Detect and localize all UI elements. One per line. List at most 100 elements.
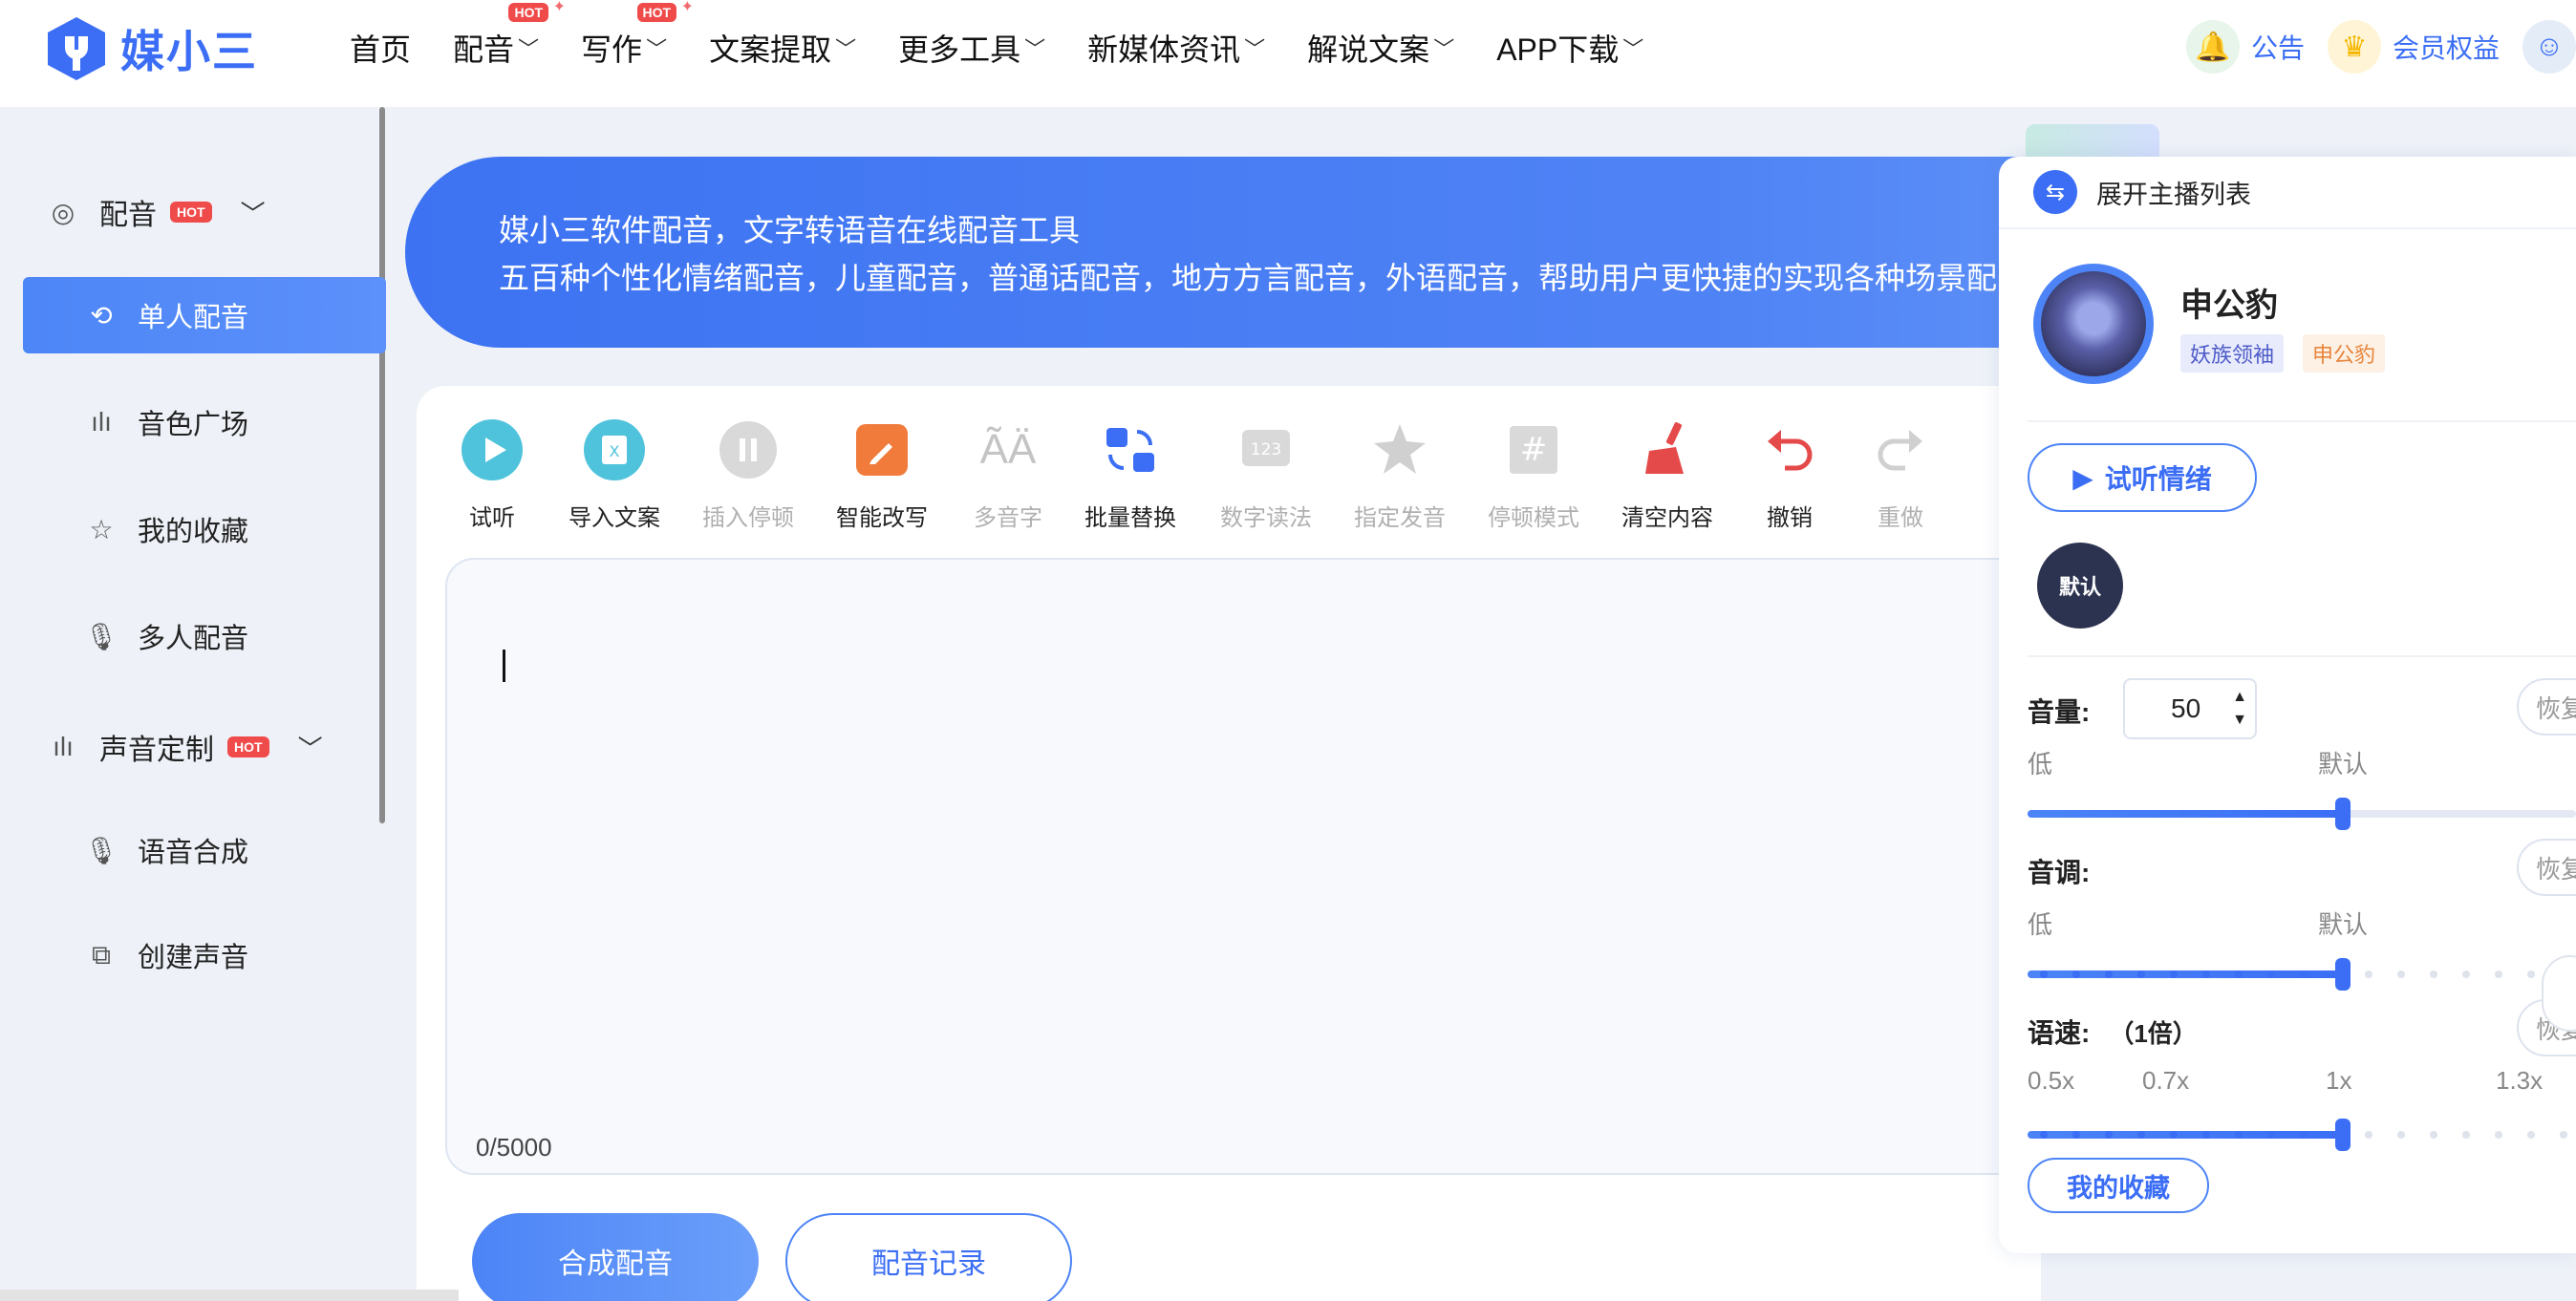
svg-text:#: # [1520,431,1548,469]
tool-import[interactable]: X 导入文案 [552,411,676,532]
status-strip [0,1290,459,1301]
repeat-icon: ⟲ [90,300,113,331]
star-icon: ☆ [89,514,114,544]
tool-undo[interactable]: 撤销 [1728,411,1852,532]
nav-more-tools[interactable]: 更多工具 ﹀ [898,26,1045,70]
tool-smart-rewrite[interactable]: 智能改写 [820,411,944,532]
volume-low-label: 低 [2028,750,2053,778]
preview-emotion-label: 试听情绪 [2104,464,2212,494]
stepper-arrows-icon[interactable]: ▲ ▼ [2232,686,2247,732]
speaker-avatar[interactable] [2033,264,2154,384]
redo-icon [1869,418,1932,481]
speed-mark: 1x [2326,1066,2352,1095]
speed-label: 语速: （1倍） [2028,1013,2198,1051]
chevron-down-icon: ﹀ [518,37,540,61]
sidebar-item-speech-synthesis[interactable]: 🎙 语音合成 [23,812,386,888]
sidebar-item-label: 音色广场 [138,410,249,440]
preview-emotion-button[interactable]: ▶ 试听情绪 [2028,443,2257,512]
tool-label: 停顿模式 [1488,505,1579,531]
top-navbar: 媒小三 首页 配音﹀HOT 写作﹀HOT 文案提取﹀ 更多工具﹀ 新媒体资讯﹀ … [0,0,2576,107]
text-cursor [503,650,505,682]
vip-link[interactable]: 会员权益 [2393,28,2500,66]
sidebar-item-single-dubbing[interactable]: ⟲ 单人配音 [23,277,386,353]
synthesize-button[interactable]: 合成配音 [472,1213,759,1301]
brand-logo[interactable]: 媒小三 [46,15,258,82]
sidebar-item-favorites[interactable]: ☆ 我的收藏 [23,491,386,567]
chevron-down-icon: ﹀ [1024,37,1046,61]
sidebar-item-multi-dubbing[interactable]: 🎙 多人配音 [23,598,386,674]
nav-dubbing[interactable]: 配音 ﹀ HOT [453,0,565,70]
header-actions: 🔔 公告 ♛ 会员权益 ☺ [2185,13,2576,80]
tool-batch-replace[interactable]: 批量替换 [1068,411,1192,532]
nav-news-label: 新媒体资讯 [1087,32,1241,67]
tool-number-reading[interactable]: 123 数字读法 [1204,411,1328,532]
crown-icon[interactable]: ♛ [2327,20,2381,74]
tool-preview[interactable]: 试听 [430,411,554,532]
pitch-slider-handle[interactable] [2335,958,2351,991]
volume-slider-handle[interactable] [2335,798,2351,830]
avatar[interactable]: ☺ [2522,20,2576,74]
sidebar-group-custom-label: 声音定制 [99,735,214,766]
chevron-down-icon: ﹀ [646,37,668,61]
sidebar-group-dubbing[interactable]: ◎ 配音 HOT ﹀ [46,191,266,233]
nav-writing[interactable]: 写作 ﹀ HOT [581,0,693,70]
speed-mark: 0.5x [2028,1066,2075,1095]
sidebar-item-label: 多人配音 [138,624,249,654]
sidebar-group-dubbing-label: 配音 [99,200,157,231]
sidebar-item-label: 我的收藏 [138,517,249,547]
main-nav: 首页 配音﹀HOT 写作﹀HOT 文案提取﹀ 更多工具﹀ 新媒体资讯﹀ 解说文案… [350,0,1685,96]
undo-icon [1758,418,1821,481]
nav-news[interactable]: 新媒体资讯 ﹀ [1087,26,1265,70]
sidebar-group-voice-custom[interactable]: ılı 声音定制 HOT ﹀ [46,726,322,768]
volume-reset-button[interactable]: 恢复 [2517,678,2576,736]
pitch-default-label: 默认 [2318,910,2369,939]
notice-link[interactable]: 公告 [2251,28,2305,66]
pitch-reset-button[interactable]: 恢复 [2517,839,2576,896]
nav-more-tools-label: 更多工具 [898,32,1021,67]
hot-badge: HOT [508,0,565,22]
edit-icon [850,418,913,481]
nav-home[interactable]: 首页 [350,26,411,70]
editor-card: 试听 X 导入文案 插入停顿 智能改写 ÃÄ 多音字 批量替换 123 数字读法… [417,386,2070,1301]
nav-commentary[interactable]: 解说文案 ﹀ [1307,26,1454,70]
nav-extract[interactable]: 文案提取 ﹀ [709,26,856,70]
sidebar-item-label: 语音合成 [138,838,249,868]
tool-pause-mode[interactable]: # 停顿模式 [1471,411,1596,532]
tool-clear-content[interactable]: 清空内容 [1605,411,1729,532]
volume-stepper[interactable]: 50 ▲ ▼ [2123,678,2257,739]
tool-label: 清空内容 [1621,505,1713,531]
sidebar-item-create-voice[interactable]: ⧉ 创建声音 [23,917,386,993]
tool-specify-pronunciation[interactable]: 指定发音 [1338,411,1462,532]
nav-home-label: 首页 [350,32,412,67]
nav-commentary-label: 解说文案 [1307,32,1430,67]
broom-icon [1636,418,1699,481]
speed-mark: 1.3x [2496,1066,2544,1095]
speed-mark: 0.7x [2142,1066,2190,1095]
sidebar-scrollbar[interactable] [379,107,385,823]
expand-anchor-list[interactable]: ⇆ 展开主播列表 [1999,157,2576,229]
mic-icon: 🎙 [84,621,118,651]
nav-app-download-label: APP下载 [1496,32,1620,67]
nav-app-download[interactable]: APP下载 ﹀ [1496,26,1643,70]
sidebar-item-voice-plaza[interactable]: ılı 音色广场 [23,384,386,460]
support-avatar[interactable] [2542,955,2576,1032]
bell-icon[interactable]: 🔔 [2185,20,2240,74]
tool-insert-pause[interactable]: 插入停顿 [686,411,810,532]
my-favorites-button[interactable]: 我的收藏 [2028,1158,2209,1213]
script-textarea[interactable]: 0/5000 [445,558,2070,1175]
emotion-default-chip[interactable]: 默认 [2037,543,2123,629]
speed-slider-handle[interactable] [2335,1119,2351,1151]
voice-settings-panel: ⇆ 展开主播列表 申公豹 妖族领袖 申公豹 ▶ 试听情绪 默认 音量: 50 ▲… [1999,157,2576,1253]
pitch-slider-fill [2028,970,2343,978]
tool-label: 撤销 [1767,505,1813,531]
tool-label: 指定发音 [1354,505,1446,531]
chevron-down-icon: ﹀ [1433,37,1455,61]
dubbing-record-button[interactable]: 配音记录 [785,1213,1072,1301]
nav-writing-label: 写作 [581,32,643,67]
tool-redo[interactable]: 重做 [1838,411,1963,532]
hot-badge: HOT [170,202,212,223]
tool-polyphone[interactable]: ÃÄ 多音字 [946,411,1070,532]
volume-label: 音量: [2028,697,2091,727]
speaker-tag: 申公豹 [2303,334,2386,373]
play-icon: ▶ [2072,462,2093,493]
